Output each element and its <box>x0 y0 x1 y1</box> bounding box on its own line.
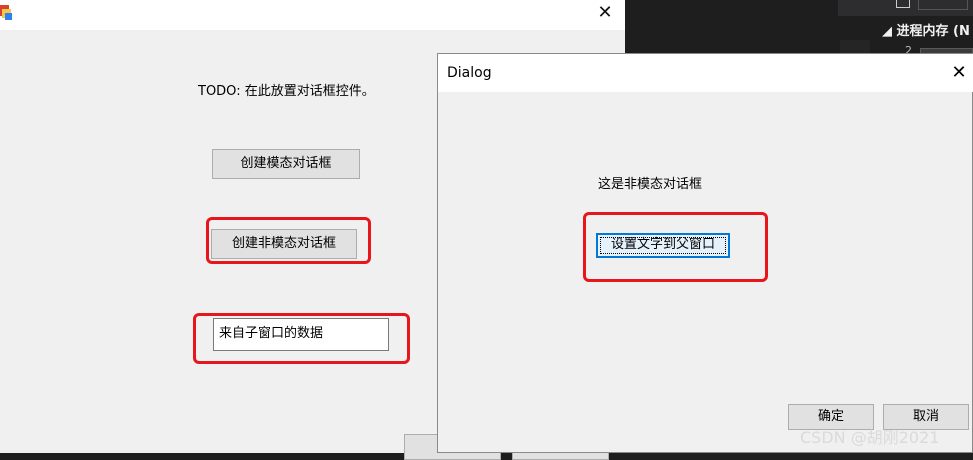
dialog-title: Dialog <box>447 65 492 81</box>
child-data-field[interactable]: 来自子窗口的数据 <box>213 318 389 351</box>
ide-toolbar-icon[interactable] <box>896 0 910 8</box>
ide-process-memory-label[interactable]: ◢ 进程内存 (N <box>882 20 970 39</box>
close-icon[interactable]: ✕ <box>946 62 972 84</box>
app-icon <box>0 3 14 21</box>
ide-toolbar-field[interactable] <box>918 0 968 10</box>
parent-titlebar: ✕ <box>0 0 625 30</box>
dialog-titlebar: Dialog ✕ <box>438 54 973 92</box>
create-modal-dialog-button[interactable]: 创建模态对话框 <box>212 149 360 179</box>
focus-rect <box>600 237 726 254</box>
set-text-to-parent-button[interactable]: 设置文字到父窗口 <box>596 233 730 258</box>
close-icon[interactable]: ✕ <box>592 2 618 24</box>
todo-label: TODO: 在此放置对话框控件。 <box>198 84 375 99</box>
watermark: CSDN @胡刚2021 <box>800 428 940 447</box>
modeless-dialog-window: Dialog ✕ 这是非模态对话框 设置文字到父窗口 确定 取消 <box>437 53 973 453</box>
dialog-static-text: 这是非模态对话框 <box>598 177 703 192</box>
create-modeless-dialog-button[interactable]: 创建非模态对话框 <box>211 229 357 259</box>
